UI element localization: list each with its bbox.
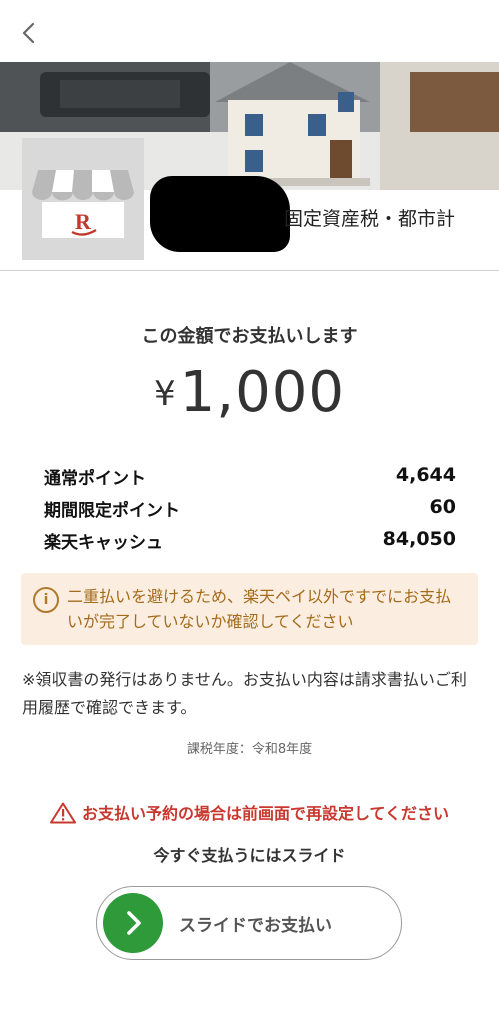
slide-to-pay-control[interactable]: スライドでお支払い	[96, 886, 402, 960]
slide-knob[interactable]	[103, 893, 163, 953]
points-label: 楽天キャッシュ	[44, 533, 163, 553]
slide-label: スライドでお支払い	[179, 916, 332, 936]
points-label: 期間限定ポイント	[44, 501, 180, 521]
merchant-name: 固定資産税・都市計	[284, 208, 456, 230]
reservation-alert: お支払い予約の場合は前画面で再設定してください	[0, 800, 499, 824]
currency-symbol: ¥	[154, 374, 176, 414]
chevron-right-icon	[127, 911, 141, 935]
shop-icon: R	[22, 138, 144, 260]
merchant-logo: R	[22, 138, 144, 260]
tax-year: 課税年度：令和8年度	[186, 742, 313, 757]
top-bar	[0, 0, 499, 62]
amount-value: 1,000	[179, 360, 345, 425]
redacted-merchant-name	[150, 176, 290, 252]
slide-hint: 今すぐ支払うにはスライド	[153, 846, 346, 865]
points-value: 60	[429, 496, 456, 518]
points-row-cash: 楽天キャッシュ 84,050	[44, 528, 456, 554]
payment-amount: ¥1,000	[0, 360, 499, 425]
double-payment-warning: i 二重払いを避けるため、楽天ペイ以外ですでにお支払いが完了していないか確認して…	[21, 573, 478, 645]
info-icon: i	[33, 587, 59, 613]
divider	[0, 270, 499, 271]
points-label: 通常ポイント	[44, 469, 146, 489]
alert-text: お支払い予約の場合は前画面で再設定してください	[81, 804, 450, 823]
payment-heading: この金額でお支払いします	[141, 326, 358, 347]
back-button[interactable]	[14, 18, 44, 48]
rakuten-logo-letter: R	[75, 209, 92, 234]
points-value: 84,050	[382, 528, 456, 550]
points-row-normal: 通常ポイント 4,644	[44, 464, 456, 490]
warning-triangle-icon	[49, 802, 76, 824]
points-value: 4,644	[395, 464, 456, 486]
chevron-left-icon	[22, 22, 35, 44]
points-row-limited: 期間限定ポイント 60	[44, 496, 456, 522]
warning-text: 二重払いを避けるため、楽天ペイ以外ですでにお支払いが完了していないか確認してくだ…	[67, 587, 452, 631]
receipt-note: ※領収書の発行はありません。お支払い内容は請求書払いご利用履歴で確認できます。	[22, 670, 467, 717]
